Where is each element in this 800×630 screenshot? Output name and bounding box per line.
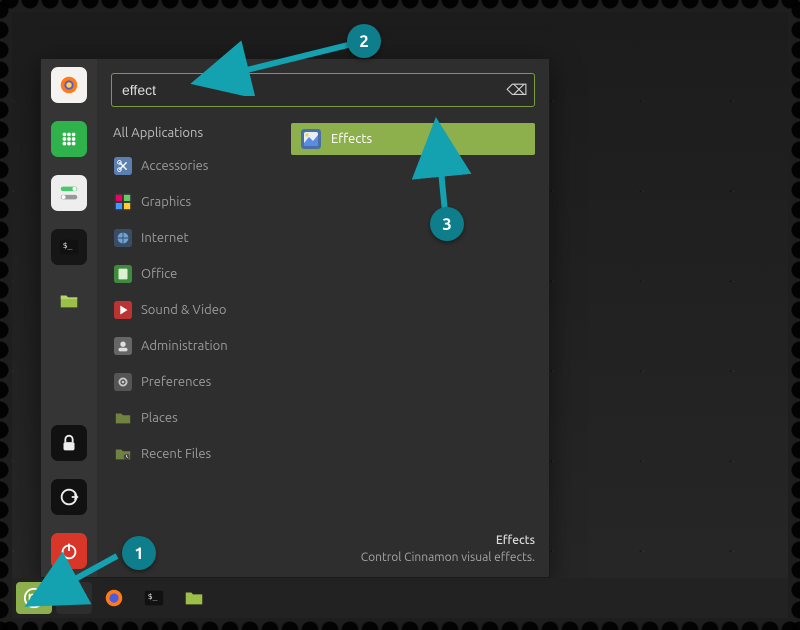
fav-logout[interactable] bbox=[51, 479, 87, 515]
desktop: $_ ⌫ bbox=[12, 12, 788, 618]
annotation-badge-3: 3 bbox=[430, 207, 464, 241]
office-icon bbox=[113, 264, 133, 284]
fav-files[interactable] bbox=[51, 283, 87, 319]
annotation-arrow-1 bbox=[17, 546, 127, 616]
category-label: Recent Files bbox=[141, 447, 211, 461]
lock-icon bbox=[58, 432, 80, 454]
annotation-badge-1: 1 bbox=[122, 536, 156, 570]
category-label: Preferences bbox=[141, 375, 211, 389]
category-all-applications[interactable]: All Applications bbox=[111, 123, 281, 143]
category-internet[interactable]: Internet bbox=[111, 225, 281, 251]
categories-column: All Applications Accessories Graphics bbox=[111, 123, 281, 525]
fav-firefox[interactable] bbox=[51, 67, 87, 103]
firefox-icon bbox=[58, 74, 80, 96]
annotation-arrow-2 bbox=[182, 26, 372, 96]
fav-lock-screen[interactable] bbox=[51, 425, 87, 461]
status-title: Effects bbox=[111, 533, 535, 550]
decorative-border-bottom bbox=[0, 616, 800, 630]
taskbar-terminal[interactable]: $_ bbox=[136, 582, 172, 614]
folder-icon bbox=[113, 408, 133, 428]
status-bar: Effects Control Cinnamon visual effects. bbox=[111, 525, 535, 567]
svg-text:$_: $_ bbox=[63, 240, 73, 250]
menu-main-panel: ⌫ All Applications Accessories bbox=[97, 59, 549, 577]
decorative-border-right bbox=[786, 0, 800, 630]
category-label: Places bbox=[141, 411, 178, 425]
fav-software-manager[interactable] bbox=[51, 121, 87, 157]
graphics-icon bbox=[113, 192, 133, 212]
category-accessories[interactable]: Accessories bbox=[111, 153, 281, 179]
globe-icon bbox=[113, 228, 133, 248]
scissors-icon bbox=[113, 156, 133, 176]
annotation-badge-2: 2 bbox=[347, 24, 381, 58]
fav-system-settings[interactable] bbox=[51, 175, 87, 211]
admin-icon bbox=[113, 336, 133, 356]
fav-terminal[interactable]: $_ bbox=[51, 229, 87, 265]
category-preferences[interactable]: Preferences bbox=[111, 369, 281, 395]
taskbar-files-2[interactable] bbox=[176, 582, 212, 614]
category-administration[interactable]: Administration bbox=[111, 333, 281, 359]
category-graphics[interactable]: Graphics bbox=[111, 189, 281, 215]
toggles-icon bbox=[58, 182, 80, 204]
category-places[interactable]: Places bbox=[111, 405, 281, 431]
apps-grid-icon bbox=[58, 128, 80, 150]
category-label: All Applications bbox=[113, 126, 203, 140]
terminal-icon: $_ bbox=[58, 236, 80, 258]
decorative-border-top bbox=[0, 0, 800, 14]
category-label: Administration bbox=[141, 339, 228, 353]
category-label: Internet bbox=[141, 231, 189, 245]
folder-icon bbox=[183, 587, 205, 609]
favorites-column: $_ bbox=[41, 59, 97, 577]
effects-icon bbox=[301, 129, 321, 149]
decorative-border-left bbox=[0, 0, 14, 630]
taskbar: $_ bbox=[12, 578, 788, 618]
play-icon bbox=[113, 300, 133, 320]
category-label: Office bbox=[141, 267, 177, 281]
search-clear-button[interactable]: ⌫ bbox=[507, 80, 527, 100]
svg-text:$_: $_ bbox=[148, 591, 158, 601]
category-recent-files[interactable]: Recent Files bbox=[111, 441, 281, 467]
category-office[interactable]: Office bbox=[111, 261, 281, 287]
result-label: Effects bbox=[331, 132, 372, 146]
recent-icon bbox=[113, 444, 133, 464]
category-label: Sound & Video bbox=[141, 303, 227, 317]
folder-icon bbox=[58, 290, 80, 312]
gear-icon bbox=[113, 372, 133, 392]
category-sound-video[interactable]: Sound & Video bbox=[111, 297, 281, 323]
category-label: Graphics bbox=[141, 195, 191, 209]
logout-icon bbox=[58, 486, 80, 508]
category-label: Accessories bbox=[141, 159, 208, 173]
terminal-icon: $_ bbox=[143, 587, 165, 609]
status-subtitle: Control Cinnamon visual effects. bbox=[111, 550, 535, 567]
